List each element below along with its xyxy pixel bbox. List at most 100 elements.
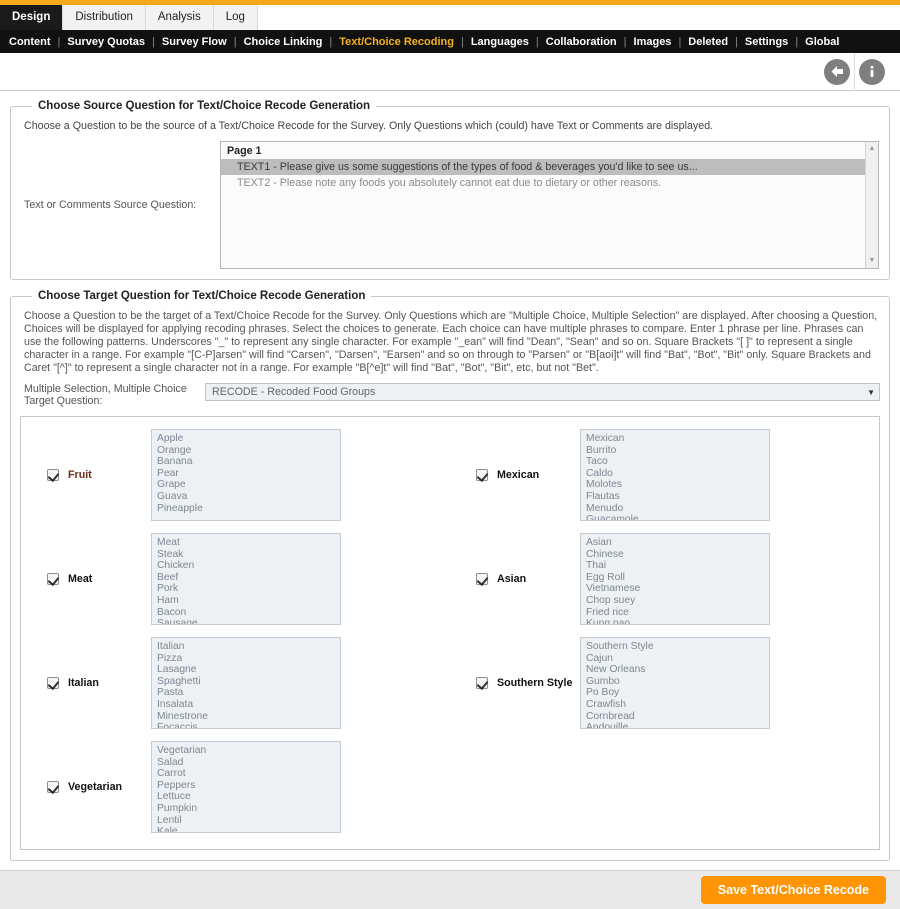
choice-label-group: Asian	[458, 573, 580, 585]
subnav-item-settings[interactable]: Settings	[745, 36, 788, 48]
phrase-line: Mexican	[586, 433, 625, 444]
phrase-line: Banana	[157, 456, 193, 468]
phrase-line: Pineapple	[157, 502, 203, 514]
info-button-cell[interactable]	[854, 52, 888, 91]
source-question-row: Text or Comments Source Question: Page 1…	[20, 141, 880, 269]
target-question-select[interactable]: RECODE - Recoded Food Groups ▼	[205, 383, 880, 401]
phrase-line: Steak	[157, 548, 184, 560]
target-panel-legend: Choose Target Question for Text/Choice R…	[38, 290, 366, 302]
listbox-scrollbar[interactable]: ▲ ▼	[865, 142, 878, 268]
subnav-item-choice-linking[interactable]: Choice Linking	[244, 36, 323, 48]
page-root: Design Distribution Analysis Log Content | Su…	[0, 0, 900, 909]
phrase-textarea[interactable]: Southern Style Cajun New Orleans Gumbo Po Bo…	[580, 637, 770, 729]
target-question-panel: Choose Target Question for Text/Choice R…	[10, 290, 890, 861]
phrase-textarea[interactable]: Asian Chinese Thai Egg Roll Vietnamese Chop s…	[580, 533, 770, 625]
phrase-line: Salad	[157, 756, 184, 768]
choice-label-group: Italian	[29, 677, 151, 689]
subnav-separator: |	[735, 35, 738, 48]
subnav-separator: |	[233, 35, 237, 48]
tab-design[interactable]: Design	[0, 5, 64, 30]
back-arrow-icon[interactable]	[824, 58, 850, 85]
subnav-item-content[interactable]: Content	[9, 36, 51, 48]
subnav-item-survey-quotas[interactable]: Survey Quotas	[67, 36, 145, 48]
phrase-line: Chop suey	[586, 594, 636, 606]
subnav-item-text-choice-recoding[interactable]: Text/Choice Recoding	[339, 36, 454, 48]
target-question-select-value: RECODE - Recoded Food Groups	[212, 386, 376, 398]
phrase-line: Spaghetti	[157, 675, 201, 687]
phrase-line: Menudo	[586, 502, 624, 514]
choice-label-group: Fruit	[29, 469, 151, 481]
phrase-line: Insalata	[157, 698, 194, 710]
scroll-up-icon[interactable]: ▲	[869, 142, 876, 156]
phrase-line: Pumpkin	[157, 802, 198, 814]
list-group-header: Page 1	[221, 142, 878, 159]
phrase-line: Egg Roll	[586, 571, 625, 583]
phrase-line: Chicken	[157, 560, 195, 572]
source-question-listbox[interactable]: Page 1 TEXT1 - Please give us some sugges…	[220, 141, 879, 269]
choice-name: Southern Style	[497, 677, 573, 689]
phrase-line: Bacon	[157, 606, 187, 618]
list-item[interactable]: TEXT2 - Please note any foods you absolu…	[221, 175, 878, 191]
subnav-item-images[interactable]: Images	[634, 36, 672, 48]
phrase-line: Pear	[157, 467, 179, 479]
choice-checkbox[interactable]	[47, 573, 59, 585]
choice-checkbox[interactable]	[476, 677, 488, 689]
source-question-list: Page 1 TEXT1 - Please give us some sugges…	[221, 142, 878, 191]
subnav-separator: |	[795, 35, 799, 48]
save-button[interactable]: Save Text/Choice Recode	[700, 876, 886, 904]
tab-analysis[interactable]: Analysis	[145, 5, 214, 30]
phrase-line: Orange	[157, 444, 192, 456]
target-panel-description: Choose a Question to be the target of a …	[24, 310, 878, 374]
subnav-item-languages[interactable]: Languages	[471, 36, 529, 48]
phrase-line: Lettuce	[157, 791, 191, 803]
phrase-line: Crawfish	[586, 698, 627, 710]
phrase-line: Fried rice	[586, 606, 629, 618]
phrase-line: Apple	[157, 433, 184, 444]
list-item[interactable]: TEXT1 - Please give us some suggestions …	[221, 159, 878, 175]
subnav-item-deleted[interactable]: Deleted	[688, 36, 728, 48]
phrase-textarea[interactable]: Meat Steak Chicken Beef Pork Ham Bacon Sausage	[151, 533, 341, 625]
phrase-line: Sausage	[157, 618, 198, 625]
subnav-item-survey-flow[interactable]: Survey Flow	[162, 36, 227, 48]
phrase-line: Asian	[586, 537, 612, 548]
phrase-line: Chinese	[586, 548, 624, 560]
choice-row: Mexican Mexican Burrito Taco Caldo Molotes Fla…	[450, 423, 879, 527]
subnav-separator: |	[152, 35, 155, 48]
phrase-line: Cajun	[586, 652, 613, 664]
choice-checkbox[interactable]	[476, 573, 488, 585]
phrase-line: Gumbo	[586, 675, 620, 687]
phrase-line: Andouille	[586, 722, 629, 729]
phrase-line: Pork	[157, 583, 179, 595]
phrase-line: Peppers	[157, 779, 196, 791]
choice-checkbox[interactable]	[47, 677, 59, 689]
phrase-line: Grape	[157, 479, 186, 491]
subnav-item-collaboration[interactable]: Collaboration	[546, 36, 617, 48]
choice-label-group: Mexican	[458, 469, 580, 481]
phrase-line: Beef	[157, 571, 179, 583]
scroll-down-icon[interactable]: ▼	[869, 254, 876, 268]
subnav-separator: |	[623, 35, 627, 48]
choice-name: Mexican	[497, 469, 540, 481]
phrase-textarea[interactable]: Vegetarian Salad Carrot Peppers Lettuce Pumpk…	[151, 741, 341, 833]
secondary-navbar: Content | Survey Quotas | Survey Flow | Choice…	[0, 30, 900, 53]
source-panel-description: Choose a Question to be the source of a …	[24, 120, 714, 132]
choice-checkbox[interactable]	[47, 469, 59, 481]
choice-name: Meat	[68, 573, 93, 585]
subnav-item-global[interactable]: Global	[805, 36, 839, 48]
footer-bar: Save Text/Choice Recode	[0, 870, 900, 909]
phrase-textarea[interactable]: Mexican Burrito Taco Caldo Molotes Flautas Men…	[580, 429, 770, 521]
tab-distribution[interactable]: Distribution	[63, 5, 146, 30]
phrase-line: Pasta	[157, 687, 184, 699]
info-icon[interactable]	[858, 58, 885, 85]
choice-label-group: Vegetarian	[29, 781, 151, 793]
phrase-line: Molotes	[586, 479, 623, 491]
phrase-textarea[interactable]: Italian Pizza Lasagne Spaghetti Pasta Insalat…	[151, 637, 341, 729]
phrase-line: Caldo	[586, 467, 613, 479]
phrase-textarea[interactable]: Apple Orange Banana Pear Grape Guava Pineapple	[151, 429, 341, 521]
phrase-line: Minestrone	[157, 710, 208, 722]
choice-checkbox[interactable]	[476, 469, 488, 481]
back-button-cell[interactable]	[820, 53, 854, 91]
choice-name: Italian	[68, 677, 99, 689]
tab-log[interactable]: Log	[213, 5, 258, 30]
choice-checkbox[interactable]	[47, 781, 59, 793]
